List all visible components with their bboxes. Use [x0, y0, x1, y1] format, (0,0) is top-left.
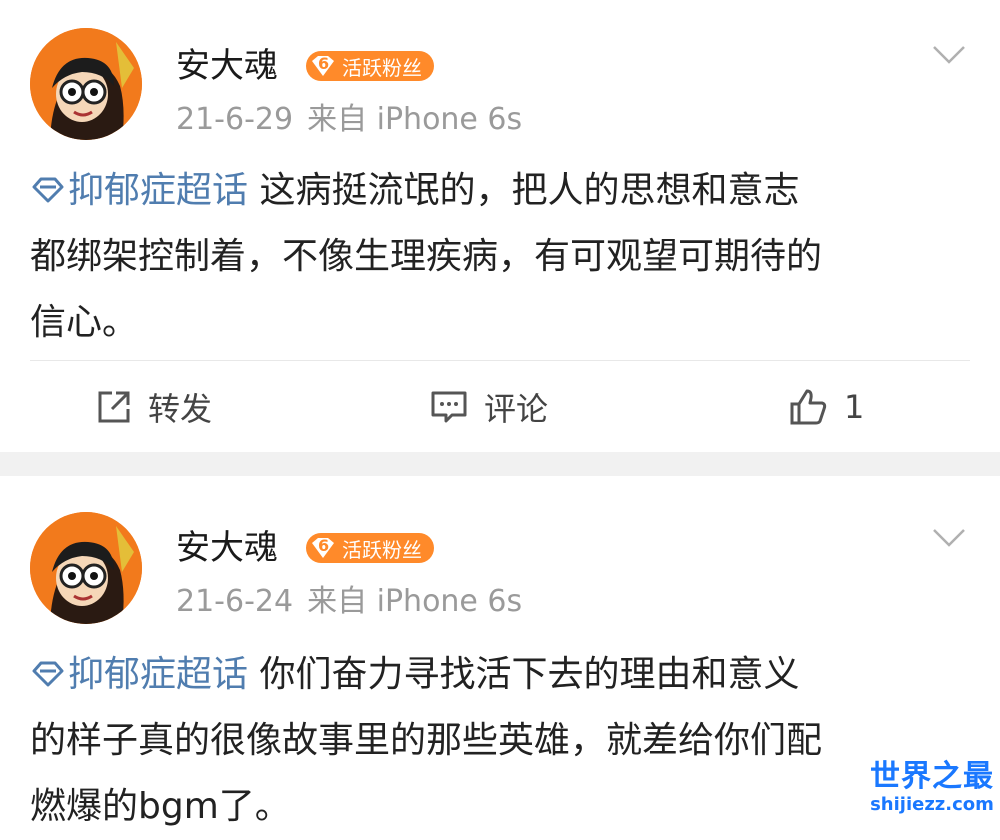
post-line: 抑郁症超话 你们奋力寻找活下去的理由和意义 — [30, 642, 970, 708]
badge-level-icon: 6 — [310, 54, 336, 77]
post-line: 都绑架控制着，不像生理疾病，有可观望可期待的 — [30, 236, 823, 277]
post-body: 抑郁症超话 你们奋力寻找活下去的理由和意义 的样子真的很像故事里的那些英雄，就差… — [30, 642, 970, 840]
post-separator — [0, 452, 1000, 476]
share-icon — [98, 391, 130, 423]
post-date: 21-6-24 — [176, 584, 294, 619]
badge-level: 6 — [318, 54, 330, 73]
post-source: 来自 iPhone 6s — [307, 102, 523, 137]
chevron-down-icon[interactable] — [932, 45, 966, 65]
username[interactable]: 安大魂 — [176, 528, 278, 568]
post-line: 抑郁症超话 这病挺流氓的，把人的思想和意志 — [30, 158, 970, 224]
badge-label: 活跃粉丝 — [342, 55, 422, 80]
divider — [30, 360, 970, 361]
post-line: 燃爆的bgm了。 — [30, 786, 291, 827]
avatar[interactable] — [30, 28, 142, 140]
badge-label: 活跃粉丝 — [342, 537, 422, 562]
watermark: 世界之最 shijiezz.com — [870, 760, 994, 816]
like-button[interactable]: 1 — [788, 372, 864, 442]
username[interactable]: 安大魂 — [176, 46, 278, 86]
cartoon-avatar-icon — [30, 28, 142, 140]
topic-link[interactable]: 抑郁症超话 — [30, 654, 248, 695]
diamond-icon — [32, 177, 64, 203]
badge-level: 6 — [318, 536, 330, 555]
badge-level-icon: 6 — [310, 536, 336, 559]
chevron-down-icon[interactable] — [932, 528, 966, 548]
post-line: 信心。 — [30, 302, 139, 343]
fan-badge[interactable]: 6 活跃粉丝 — [306, 51, 434, 81]
topic-label: 抑郁症超话 — [68, 654, 249, 695]
post-text: 你们奋力寻找活下去的理由和意义 — [259, 654, 800, 695]
repost-label: 转发 — [148, 390, 213, 428]
post-source: 来自 iPhone 6s — [307, 584, 523, 619]
fan-badge[interactable]: 6 活跃粉丝 — [306, 533, 434, 563]
topic-label: 抑郁症超话 — [68, 170, 249, 211]
post-date: 21-6-29 — [176, 102, 294, 137]
post-card: 安大魂 6 活跃粉丝 21-6-29 来自 iPhone 6s 抑郁症超话 这病挺… — [0, 0, 1000, 452]
comment-icon — [431, 391, 467, 423]
post-card: 安大魂 6 活跃粉丝 21-6-24 来自 iPhone 6s 抑郁症超话 你们奋… — [0, 476, 1000, 827]
watermark-logo: 世界之最 — [870, 759, 994, 794]
like-count: 1 — [844, 388, 865, 426]
action-bar: 转发 评论 1 — [0, 372, 1000, 442]
topic-link[interactable]: 抑郁症超话 — [30, 170, 248, 211]
post-line: 的样子真的很像故事里的那些英雄，就差给你们配 — [30, 720, 823, 761]
cartoon-avatar-icon — [30, 512, 142, 624]
thumbs-up-icon — [790, 389, 827, 425]
post-body: 抑郁症超话 这病挺流氓的，把人的思想和意志 都绑架控制着，不像生理疾病，有可观望… — [30, 158, 970, 356]
comment-label: 评论 — [484, 390, 549, 428]
comment-button[interactable]: 评论 — [430, 372, 548, 442]
post-meta: 21-6-29 来自 iPhone 6s — [176, 102, 522, 138]
avatar[interactable] — [30, 512, 142, 624]
repost-button[interactable]: 转发 — [96, 372, 212, 442]
diamond-icon — [32, 661, 64, 687]
post-meta: 21-6-24 来自 iPhone 6s — [176, 584, 522, 620]
watermark-url: shijiezz.com — [870, 794, 994, 815]
post-text: 这病挺流氓的，把人的思想和意志 — [259, 170, 800, 211]
